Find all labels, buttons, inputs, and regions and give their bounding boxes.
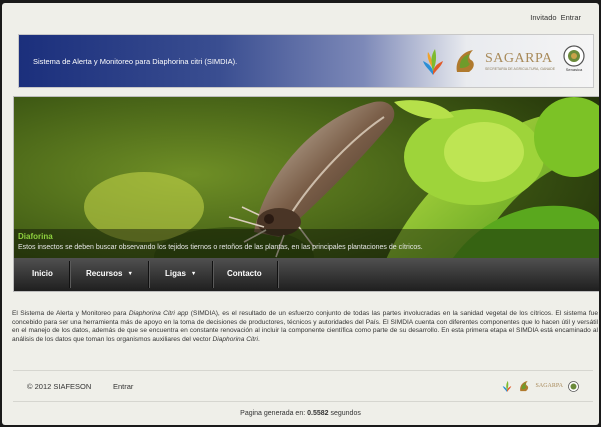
- generation-value: 0.5582: [307, 410, 329, 417]
- description-paragraph: El Sistema de Alerta y Monitoreo para Di…: [12, 310, 598, 344]
- footer-login-link[interactable]: Entrar: [113, 382, 133, 391]
- senasica-logo: Senasica: [561, 45, 587, 77]
- site-header: Sistema de Alerta y Monitoreo para Diaph…: [18, 34, 594, 88]
- sagarpa-logo: SAGARPA SECRETARÍA DE AGRICULTURA, GANAD…: [485, 51, 555, 71]
- menu-item-ligas[interactable]: Ligas ▼: [165, 269, 196, 278]
- sagarpa-wordmark: SAGARPA: [485, 51, 553, 66]
- footer: © 2012 SIAFESON Entrar SAGARPA: [13, 370, 593, 402]
- menu-label-recursos: Recursos: [86, 269, 123, 278]
- menu-item-contacto[interactable]: Contacto: [227, 269, 262, 278]
- description-text: .: [257, 335, 260, 343]
- hero-caption-title: Diaforina: [18, 232, 53, 241]
- menu-label-ligas: Ligas: [165, 269, 186, 278]
- species-name: Diaphorina Citri app: [128, 310, 189, 317]
- menu-label-inicio: Inicio: [32, 269, 53, 278]
- sagarpa-subtitle: SECRETARÍA DE AGRICULTURA, GANADERÍA, DE…: [485, 67, 555, 71]
- generation-time: Pagina generada en: 0.5582 segundos: [2, 410, 599, 417]
- bird-logo-icon: [456, 50, 474, 72]
- main-menu: Inicio Recursos ▼ Ligas ▼ Contacto: [14, 258, 599, 291]
- menu-separator: [212, 261, 214, 288]
- page: Invitado Entrar Sistema de Alerta y Monit…: [2, 3, 599, 425]
- leaf-logo-icon: [423, 49, 443, 75]
- generation-label: Pagina generada en:: [240, 410, 306, 417]
- chevron-down-icon: ▼: [127, 271, 133, 277]
- sagarpa-small-logo: SAGARPA: [535, 383, 563, 389]
- hero-caption: Diaforina Estos insectos se deben buscar…: [14, 229, 599, 258]
- leaf-logo-icon: [502, 380, 511, 392]
- login-link[interactable]: Entrar: [561, 13, 581, 22]
- seal-icon: [568, 380, 579, 392]
- footer-logos: SAGARPA: [501, 379, 579, 393]
- generation-unit: segundos: [330, 410, 361, 417]
- menu-item-recursos[interactable]: Recursos ▼: [86, 269, 133, 278]
- menu-separator: [277, 261, 279, 288]
- menu-separator: [69, 261, 71, 288]
- menu-item-inicio[interactable]: Inicio: [32, 269, 53, 278]
- hero-caption-text: Estos insectos se deben buscar observand…: [18, 244, 423, 251]
- seal-label: Senasica: [565, 67, 583, 72]
- species-name: Diaphorina Citri: [212, 335, 258, 343]
- description-text: El Sistema de Alerta y Monitoreo para: [12, 310, 129, 317]
- copyright: © 2012 SIAFESON: [27, 382, 92, 391]
- menu-label-contacto: Contacto: [227, 269, 262, 278]
- menu-separator: [148, 261, 150, 288]
- user-bar: Invitado Entrar: [526, 13, 581, 22]
- seal-icon: [563, 45, 585, 67]
- user-label: Invitado: [530, 13, 557, 22]
- site-title: Sistema de Alerta y Monitoreo para Diaph…: [33, 57, 238, 66]
- hero-banner: Diaforina Estos insectos se deben buscar…: [13, 96, 599, 292]
- header-logos: SAGARPA SECRETARÍA DE AGRICULTURA, GANAD…: [419, 41, 587, 81]
- bird-logo-icon: [519, 380, 528, 392]
- chevron-down-icon: ▼: [190, 271, 197, 277]
